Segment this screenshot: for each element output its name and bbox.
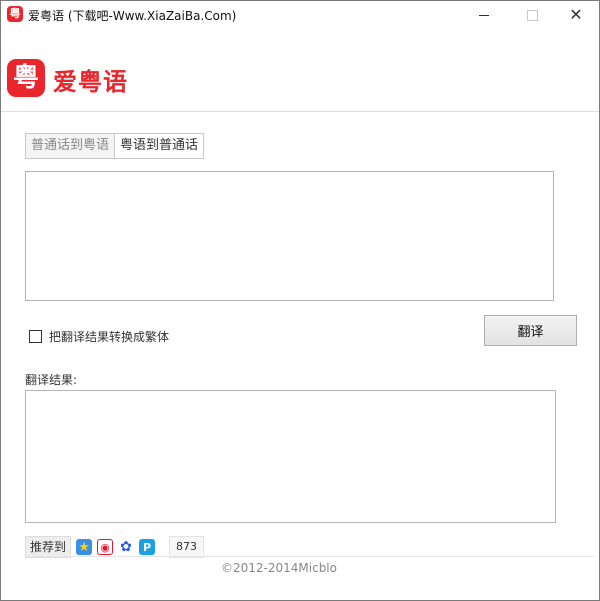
weibo-icon[interactable]: ◉ (97, 539, 114, 555)
share-count: 873 (169, 536, 205, 558)
translate-button[interactable]: 翻译 (484, 315, 577, 346)
maximize-button (509, 1, 555, 29)
share-bar: 推荐到 ★ ◉ ✿ P 873 (25, 536, 205, 558)
maximize-icon (526, 9, 538, 21)
window-title: 爱粤语 (下载吧-Www.XiaZaiBa.Com) (28, 9, 237, 23)
footer-divider (25, 556, 595, 557)
result-text-output[interactable] (25, 390, 556, 523)
app-window: 粤 爱粤语 (下载吧-Www.XiaZaiBa.Com) ✕ 粤 爱粤语 普通话… (0, 0, 600, 601)
app-icon: 粤 (7, 6, 23, 22)
logo-icon: 粤 (7, 59, 45, 97)
copyright-footer: ©2012-2014Micblo (221, 561, 337, 575)
traditional-option[interactable]: 把翻译结果转换成繁体 (29, 328, 169, 345)
logo-text: 爱粤语 (53, 68, 128, 96)
share-label[interactable]: 推荐到 (25, 536, 72, 558)
traditional-checkbox-label[interactable]: 把翻译结果转换成繁体 (49, 328, 169, 345)
minimize-button[interactable] (461, 1, 507, 29)
tab-mandarin-to-cantonese[interactable]: 普通话到粤语 (25, 133, 116, 159)
result-label: 翻译结果: (25, 373, 78, 387)
mode-tabs: 普通话到粤语 粤语到普通话 (25, 133, 205, 159)
title-bar[interactable]: 粤 爱粤语 (下载吧-Www.XiaZaiBa.Com) ✕ (1, 1, 599, 29)
close-icon: ✕ (569, 5, 583, 24)
close-button[interactable]: ✕ (553, 1, 599, 29)
header: 粤 爱粤语 (1, 29, 599, 112)
qzone-icon[interactable]: ★ (76, 539, 93, 555)
source-text-input[interactable] (25, 171, 554, 301)
minimize-icon (479, 14, 489, 16)
tencent-weibo-icon[interactable]: P (139, 539, 156, 555)
traditional-checkbox[interactable] (29, 330, 42, 343)
tab-cantonese-to-mandarin[interactable]: 粤语到普通话 (115, 133, 205, 159)
baidu-icon[interactable]: ✿ (118, 539, 135, 555)
